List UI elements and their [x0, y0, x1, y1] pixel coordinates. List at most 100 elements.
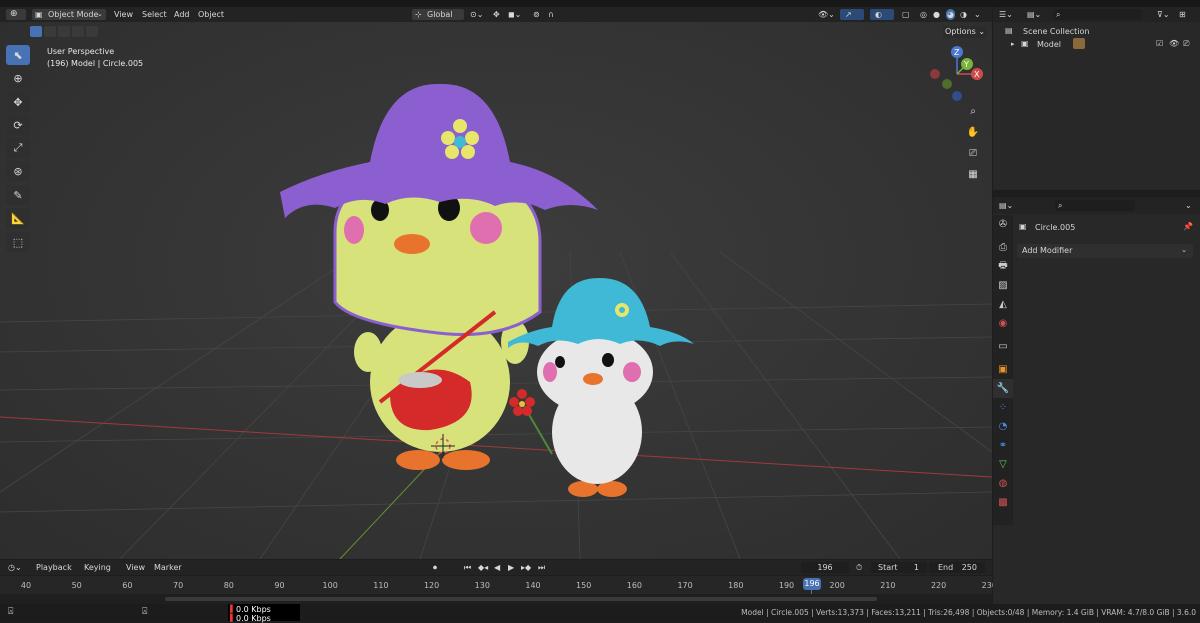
play-icon[interactable]: ▶ — [508, 562, 514, 573]
select-invert-icon[interactable] — [72, 26, 84, 37]
menu-select[interactable]: Select — [142, 9, 167, 20]
transform-tool[interactable]: ⊛ — [6, 161, 30, 181]
ruler-tick: 50 — [71, 581, 82, 590]
beak — [583, 373, 603, 385]
checkbox-icon[interactable]: ☑ — [1156, 39, 1163, 48]
menu-add[interactable]: Add — [174, 9, 190, 20]
scene-tab-icon[interactable]: ◭ — [993, 295, 1013, 314]
playhead[interactable]: 196 — [803, 578, 821, 590]
start-frame-field[interactable]: Start 1 — [871, 562, 927, 573]
camera-icon[interactable]: ⎚ — [964, 144, 982, 162]
snap-target-icon[interactable]: ◼⌄ — [508, 9, 521, 20]
material-tab-icon[interactable]: ◍ — [993, 474, 1013, 493]
play-reverse-icon[interactable]: ◀ — [494, 562, 500, 573]
collection-tab-icon[interactable]: ▭ — [993, 337, 1013, 356]
constraints-tab-icon[interactable]: ⚭ — [993, 436, 1013, 455]
clock-icon[interactable]: ◷⌄ — [8, 562, 22, 573]
properties-search-input[interactable]: ⌕ — [1055, 200, 1135, 211]
prev-keyframe-icon[interactable]: ◆◂ — [478, 562, 488, 573]
cursor-tool[interactable]: ⊕ — [6, 68, 30, 88]
pin-icon[interactable]: 📌 — [1183, 222, 1193, 231]
shading-rendered-icon[interactable]: ◑ — [960, 9, 967, 20]
xray-icon[interactable]: ▢ — [902, 9, 910, 20]
annotate-tool[interactable]: ✎ — [6, 185, 30, 205]
menu-playback[interactable]: Playback — [36, 562, 72, 573]
shading-wireframe-icon[interactable]: ◎ — [920, 9, 927, 20]
pan-hand-icon[interactable]: ✋ — [964, 123, 982, 141]
render-tab-icon[interactable]: ⎙ — [993, 238, 1013, 257]
modifier-tab-icon[interactable]: 🔧 — [993, 379, 1013, 398]
status-bar: ⍓ ⍓ ▌ 0.0 Kbps ▌ 0.0 Kbps Model | Circle… — [0, 604, 1200, 623]
gizmo-neg-y-icon[interactable] — [942, 79, 952, 89]
texture-tab-icon[interactable]: ▩ — [993, 493, 1013, 512]
select-subtract-icon[interactable] — [58, 26, 70, 37]
proportional-edit-icon[interactable]: ⊚ — [533, 9, 540, 20]
snap-icon[interactable]: ✥ — [493, 9, 500, 20]
object-tab-icon[interactable]: ▣ — [993, 360, 1013, 379]
grid-view-icon[interactable]: ▦ — [964, 165, 982, 183]
display-mode-icon[interactable]: ▤⌄ — [1027, 9, 1041, 20]
output-tab-icon[interactable]: 🖶 — [993, 257, 1013, 276]
menu-view[interactable]: View — [114, 9, 133, 20]
particles-tab-icon[interactable]: ⁘ — [993, 398, 1013, 417]
gizmo-neg-z-icon[interactable] — [952, 91, 962, 101]
select-intersect-icon[interactable] — [86, 26, 98, 37]
add-modifier-dropdown[interactable]: Add Modifier ⌄ — [1017, 244, 1193, 258]
outliner-editor-icon[interactable]: ☰⌄ — [999, 9, 1013, 20]
object-data-icon — [1073, 38, 1085, 49]
gizmo-neg-x-icon[interactable] — [930, 69, 940, 79]
falloff-icon[interactable]: ∩ — [548, 9, 554, 20]
timeline-ruler[interactable]: 40 50 60 70 80 90 100 110 120 130 140 150 160 170 180 1… — [0, 576, 997, 594]
shading-material-icon[interactable]: ◕ — [946, 9, 955, 20]
zoom-icon[interactable]: ⌕ — [964, 102, 982, 120]
visibility-icon[interactable]: 👁⌄ — [818, 9, 835, 20]
editor-type-button[interactable]: ⊕ — [6, 9, 26, 20]
menu-object[interactable]: Object — [198, 9, 224, 20]
menu-timeline-view[interactable]: View — [126, 562, 145, 573]
world-tab-icon[interactable]: ◉ — [993, 314, 1013, 333]
select-extend-icon[interactable] — [44, 26, 56, 37]
timeline-scrollbar[interactable] — [165, 597, 877, 601]
select-box-tool[interactable]: ⬉ — [6, 45, 30, 65]
tool-tab-icon[interactable]: ✇ — [993, 215, 1013, 234]
eye-icon[interactable]: 👁 — [1169, 39, 1179, 48]
overlay-toggle[interactable]: ◐ — [870, 9, 894, 20]
record-icon[interactable]: ⏺ — [433, 562, 437, 573]
viewport-3d[interactable]: Z X Y ⌕ ✋ ⎚ ▦ — [0, 22, 992, 559]
jump-end-icon[interactable]: ⏭ — [538, 562, 545, 573]
current-frame-field[interactable]: 196 — [801, 562, 849, 573]
menu-marker[interactable]: Marker — [154, 562, 182, 573]
end-frame-field[interactable]: End 250 — [929, 562, 985, 573]
data-tab-icon[interactable]: ▽ — [993, 455, 1013, 474]
properties-editor-icon[interactable]: ▤⌄ — [999, 200, 1013, 211]
physics-tab-icon[interactable]: ◔ — [993, 417, 1013, 436]
mode-dropdown[interactable]: ▣ Object Mode ⌄ — [32, 9, 106, 20]
measure-tool[interactable]: 📐 — [6, 208, 30, 228]
outliner-search-input[interactable]: ⌕ — [1053, 9, 1141, 20]
menu-keying[interactable]: Keying — [84, 562, 111, 573]
pivot-icon[interactable]: ⊙⌄ — [470, 9, 483, 20]
move-tool[interactable]: ✥ — [6, 92, 30, 112]
view-layer-tab-icon[interactable]: ▨ — [993, 276, 1013, 295]
outliner-row-model[interactable]: ▸ ▣ Model ☑ 👁 ⎚ — [993, 38, 1200, 51]
timeline-track[interactable] — [0, 594, 992, 604]
gizmo-toggle[interactable]: ↗ — [840, 9, 864, 20]
navigation-gizmo[interactable]: Z X Y — [930, 46, 983, 101]
jump-start-icon[interactable]: ⏮ — [464, 562, 471, 573]
new-collection-icon[interactable]: ⊞ — [1179, 9, 1186, 20]
transform-orientation-dropdown[interactable]: ⊹ Global — [412, 9, 464, 20]
add-cube-tool[interactable]: ⬚ — [6, 232, 30, 252]
rotate-tool[interactable]: ⟳ — [6, 115, 30, 135]
camera-icon[interactable]: ⎚ — [1183, 39, 1189, 49]
filter-icon[interactable]: ⊽⌄ — [1157, 9, 1170, 20]
options-icon[interactable]: ⌄ — [1185, 200, 1192, 211]
next-keyframe-icon[interactable]: ▸◆ — [521, 562, 531, 573]
scale-tool[interactable]: ⤢ — [6, 138, 30, 158]
options-dropdown[interactable]: Options ⌄ — [943, 26, 987, 38]
shading-solid-icon[interactable]: ● — [933, 9, 940, 20]
net-line1: 0.0 Kbps — [236, 605, 271, 614]
expand-arrow-icon[interactable]: ▸ — [1011, 40, 1015, 48]
chevron-down-icon[interactable]: ⌄ — [974, 9, 981, 20]
stopwatch-icon[interactable]: ⏱ — [856, 562, 862, 573]
select-new-icon[interactable] — [30, 26, 42, 37]
